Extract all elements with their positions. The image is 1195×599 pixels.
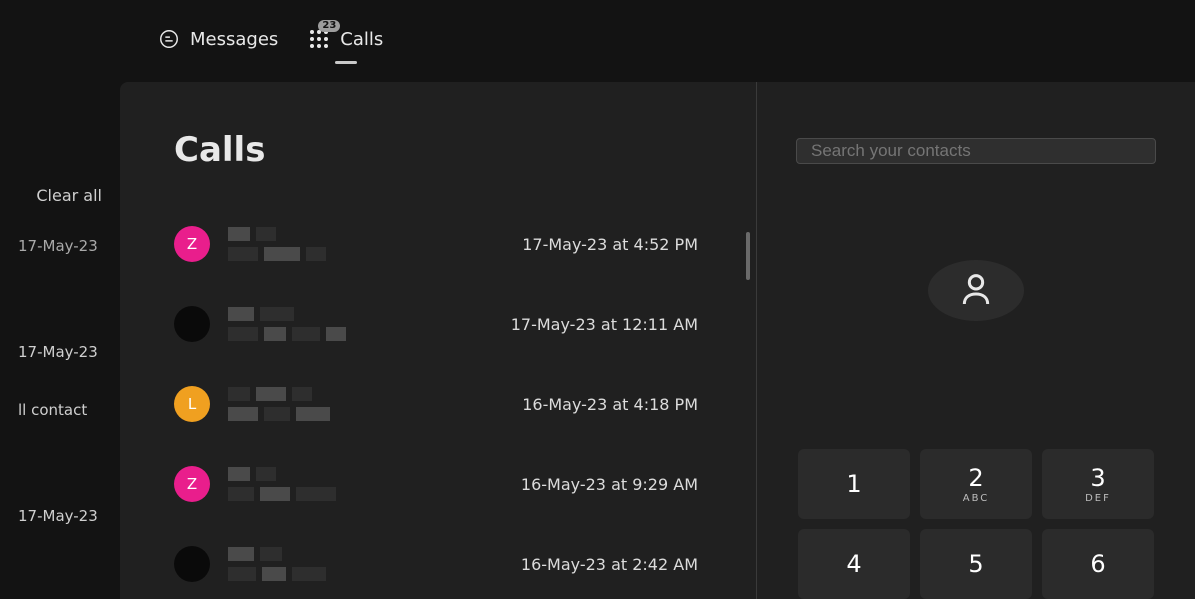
- calls-badge: 23: [318, 20, 340, 32]
- contact-name-redacted: [228, 547, 503, 581]
- person-icon: [956, 269, 996, 313]
- call-timestamp: 16-May-23 at 9:29 AM: [521, 475, 728, 494]
- search-input[interactable]: [796, 138, 1156, 164]
- dial-keypad: 1 2 ABC 3 DEF 4 5 6: [798, 449, 1154, 599]
- call-row[interactable]: Z 16-May-23 at 9:29 AM: [174, 444, 728, 524]
- call-timestamp: 17-May-23 at 4:52 PM: [522, 235, 728, 254]
- dialer-pane: 1 2 ABC 3 DEF 4 5 6: [757, 82, 1195, 599]
- clear-all-button[interactable]: Clear all: [0, 174, 120, 217]
- contact-name-redacted: [228, 227, 504, 261]
- list-item[interactable]: 17-May-23: [0, 487, 120, 545]
- tab-calls[interactable]: 23 Calls: [308, 28, 383, 50]
- key-1[interactable]: 1: [798, 449, 910, 519]
- key-2[interactable]: 2 ABC: [920, 449, 1032, 519]
- avatar: [174, 306, 210, 342]
- page-title: Calls: [174, 130, 728, 170]
- scrollbar[interactable]: [746, 232, 750, 280]
- calls-pane: Calls Z 17-May-23 at 4:52 PM: [120, 82, 757, 599]
- tab-messages[interactable]: Messages: [158, 28, 278, 50]
- key-5[interactable]: 5: [920, 529, 1032, 599]
- contact-name-redacted: [228, 467, 503, 501]
- call-timestamp: 17-May-23 at 12:11 AM: [511, 315, 728, 334]
- avatar: Z: [174, 466, 210, 502]
- avatar: L: [174, 386, 210, 422]
- list-item[interactable]: 17-May-23: [0, 323, 120, 381]
- tab-label: Calls: [340, 29, 383, 50]
- call-row[interactable]: Z 17-May-23 at 4:52 PM: [174, 204, 728, 284]
- avatar: [174, 546, 210, 582]
- call-timestamp: 16-May-23 at 4:18 PM: [522, 395, 728, 414]
- tab-label: Messages: [190, 29, 278, 50]
- main-panel: Calls Z 17-May-23 at 4:52 PM: [120, 82, 1195, 599]
- call-row[interactable]: 17-May-23 at 12:11 AM: [174, 284, 728, 364]
- call-row[interactable]: 16-May-23 at 2:42 AM: [174, 524, 728, 599]
- contact-name-redacted: [228, 307, 493, 341]
- avatar: Z: [174, 226, 210, 262]
- tab-bar: Messages 23 Calls: [0, 0, 1195, 78]
- list-item[interactable]: 17-May-23: [0, 217, 120, 275]
- list-item[interactable]: ll contact: [0, 381, 120, 439]
- key-3[interactable]: 3 DEF: [1042, 449, 1154, 519]
- call-row[interactable]: L 16-May-23 at 4:18 PM: [174, 364, 728, 444]
- key-6[interactable]: 6: [1042, 529, 1154, 599]
- left-panel: Clear all 17-May-23 17-May-23 ll contact…: [0, 78, 120, 599]
- dialpad-icon: 23: [308, 28, 330, 50]
- contact-placeholder: [928, 260, 1024, 321]
- call-timestamp: 16-May-23 at 2:42 AM: [521, 555, 728, 574]
- chat-icon: [158, 28, 180, 50]
- key-4[interactable]: 4: [798, 529, 910, 599]
- contact-name-redacted: [228, 387, 504, 421]
